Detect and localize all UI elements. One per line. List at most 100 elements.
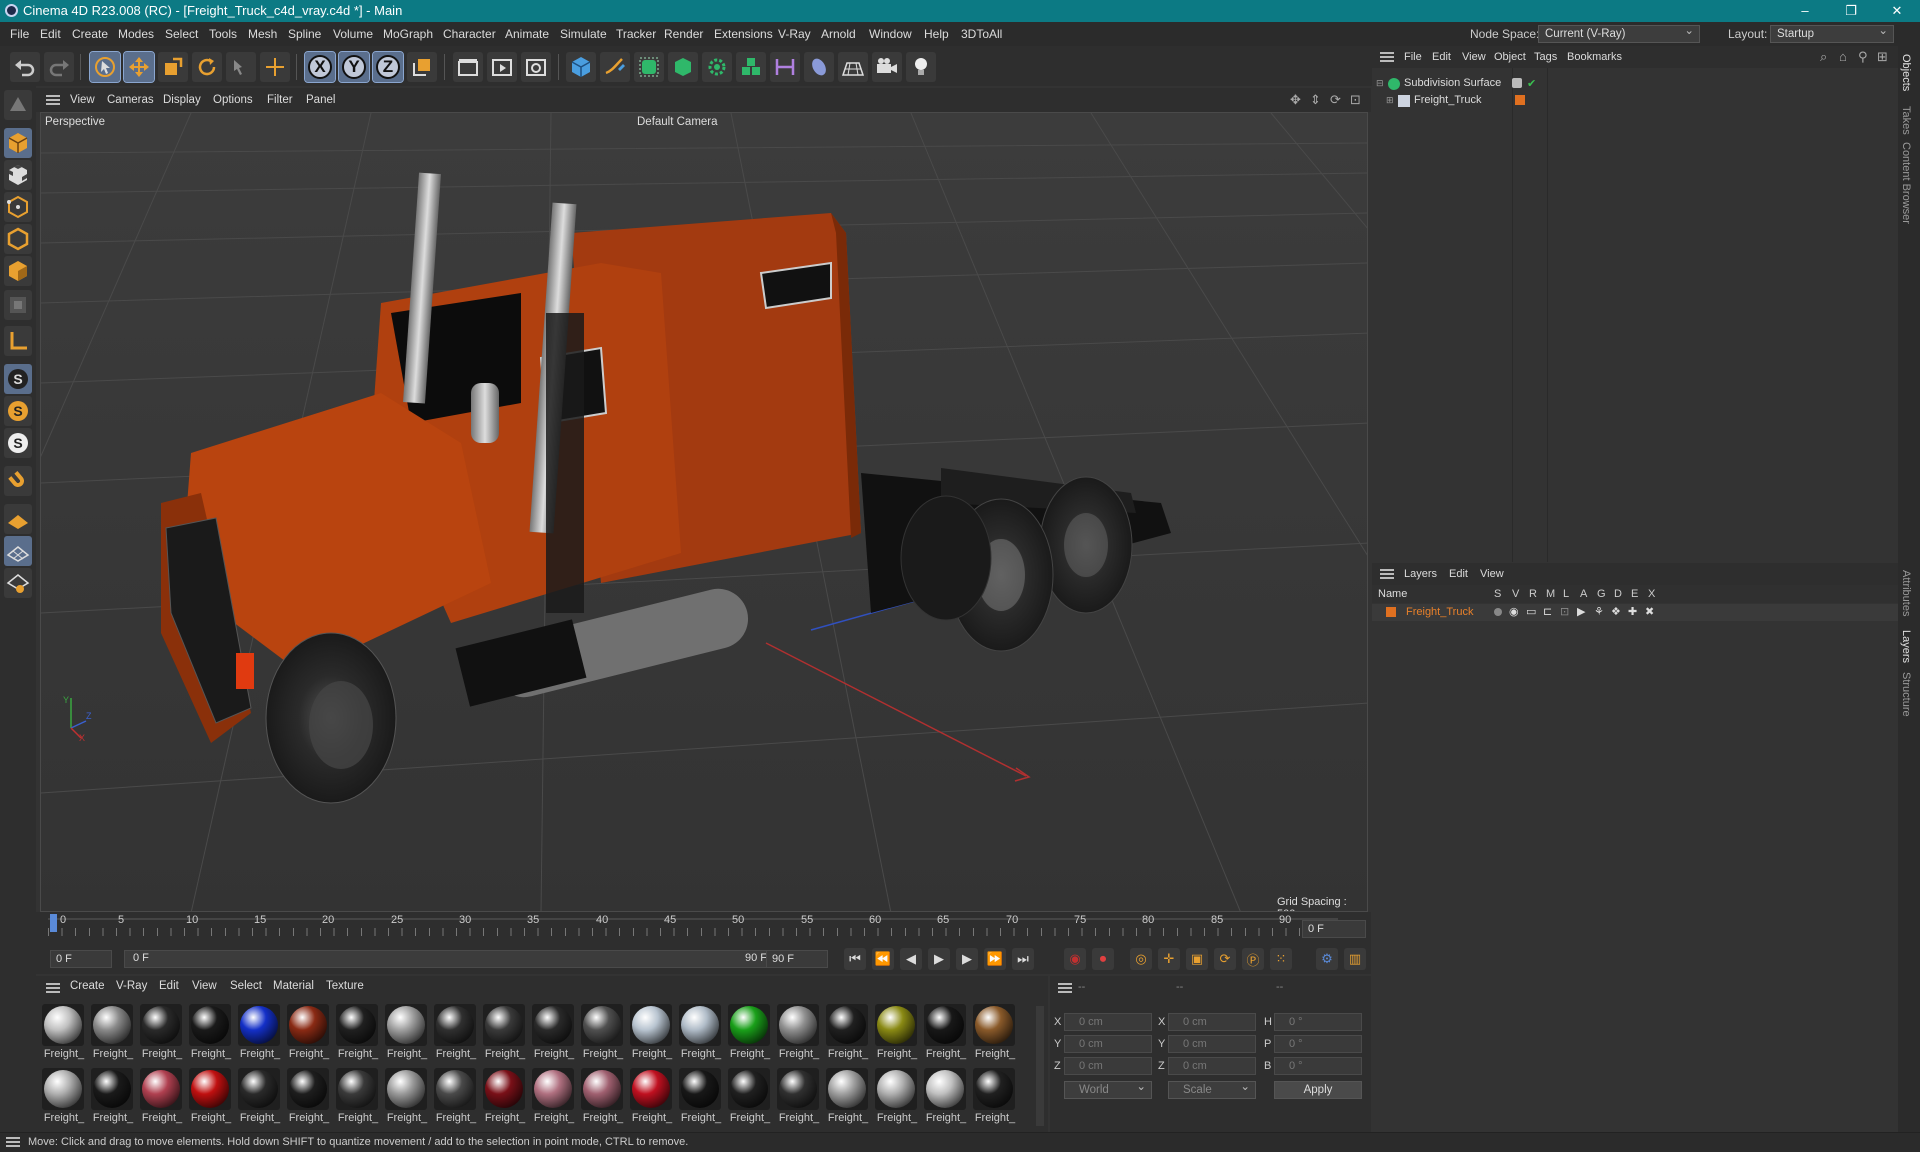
model-mode-button[interactable]: [4, 128, 32, 158]
menu-mograph[interactable]: MoGraph: [383, 27, 433, 41]
layer-menu-layers[interactable]: Layers: [1404, 568, 1437, 580]
undo-button[interactable]: [10, 52, 40, 82]
menu-window[interactable]: Window: [869, 27, 912, 41]
object-menu-edit[interactable]: Edit: [1432, 51, 1451, 63]
timeline-window-button[interactable]: ▥: [1344, 948, 1366, 970]
snap-button[interactable]: S: [4, 364, 32, 394]
animation-icon[interactable]: ▶: [1577, 605, 1585, 618]
object-home-icon[interactable]: ⌂: [1839, 49, 1847, 64]
material-swatch[interactable]: Freight_: [973, 1068, 1017, 1124]
extrude-button[interactable]: [668, 52, 698, 82]
material-swatch[interactable]: Freight_: [581, 1004, 625, 1060]
layer-menu-edit[interactable]: Edit: [1449, 568, 1468, 580]
object-hamburger-icon[interactable]: [1380, 52, 1394, 62]
magnet-button[interactable]: [4, 466, 32, 496]
material-swatch[interactable]: Freight_: [483, 1068, 527, 1124]
material-swatch[interactable]: Freight_: [287, 1068, 331, 1124]
menu-vray[interactable]: V-Ray: [778, 27, 811, 41]
go-to-start-button[interactable]: ⏮: [844, 948, 866, 970]
rot-b-field[interactable]: 0 °: [1274, 1057, 1362, 1075]
layer-color-tag[interactable]: [1515, 95, 1525, 105]
key-selection-button[interactable]: ◎: [1130, 948, 1152, 970]
render-settings-button[interactable]: [521, 52, 551, 82]
material-swatch[interactable]: Freight_: [630, 1004, 674, 1060]
locked-workplane-button[interactable]: [4, 568, 32, 598]
point-mode-button[interactable]: [4, 192, 32, 222]
menu-modes[interactable]: Modes: [118, 27, 154, 41]
restore-button[interactable]: ❐: [1828, 0, 1874, 22]
menu-edit[interactable]: Edit: [40, 27, 61, 41]
viewport-rotate-icon[interactable]: ⟳: [1330, 92, 1341, 108]
coordinate-space-dropdown[interactable]: World: [1064, 1079, 1152, 1099]
live-selection-button[interactable]: [89, 51, 121, 83]
material-swatch[interactable]: Freight_: [140, 1068, 184, 1124]
camera-button[interactable]: [872, 52, 902, 82]
viewport-pan-icon[interactable]: ✥: [1290, 92, 1301, 108]
axis-mode-button[interactable]: [4, 326, 32, 356]
viewport-zoom-icon[interactable]: ⇕: [1310, 92, 1321, 108]
close-button[interactable]: ✕: [1874, 0, 1920, 22]
pos-z-field[interactable]: 0 cm: [1064, 1057, 1152, 1075]
material-menu-select[interactable]: Select: [230, 980, 262, 992]
recent-tools-button[interactable]: [226, 52, 256, 82]
viewport-menu-filter[interactable]: Filter: [267, 94, 293, 106]
rot-h-field[interactable]: 0 °: [1274, 1013, 1362, 1031]
size-z-field[interactable]: 0 cm: [1168, 1057, 1256, 1075]
viewport-menu-display[interactable]: Display: [163, 94, 201, 106]
material-swatch[interactable]: Freight_: [287, 1004, 331, 1060]
add-tool-button[interactable]: [260, 52, 290, 82]
status-hamburger-icon[interactable]: [6, 1137, 20, 1147]
viewport-menu-cameras[interactable]: Cameras: [107, 94, 154, 106]
material-swatch[interactable]: Freight_: [238, 1068, 282, 1124]
texture-mode-button[interactable]: [4, 160, 32, 190]
key-scale-button[interactable]: ▣: [1186, 948, 1208, 970]
start-frame-field[interactable]: 0 F: [50, 950, 112, 968]
z-axis-lock-button[interactable]: Z: [372, 51, 404, 83]
material-swatch[interactable]: Freight_: [777, 1068, 821, 1124]
material-menu-vray[interactable]: V-Ray: [116, 980, 147, 992]
tab-attributes[interactable]: Attributes: [1900, 570, 1912, 616]
material-swatch[interactable]: Freight_: [875, 1068, 919, 1124]
size-mode-dropdown[interactable]: Scale: [1168, 1079, 1256, 1099]
object-row-freight-truck[interactable]: ⊞ Freight_Truck: [1386, 93, 1512, 109]
material-swatch[interactable]: Freight_: [483, 1004, 527, 1060]
tab-content-browser[interactable]: Content Browser: [1900, 142, 1912, 224]
deformers-icon[interactable]: ❖: [1611, 605, 1621, 618]
motion-system-button[interactable]: ⚙: [1316, 948, 1338, 970]
go-to-end-button[interactable]: ⏭: [1012, 948, 1034, 970]
key-position-button[interactable]: ✛: [1158, 948, 1180, 970]
deformer-button[interactable]: [770, 52, 800, 82]
coords-hamburger-icon[interactable]: [1058, 983, 1072, 993]
object-menu-view[interactable]: View: [1462, 51, 1486, 63]
menu-extensions[interactable]: Extensions: [714, 27, 773, 41]
workplane-button[interactable]: [4, 504, 32, 534]
material-swatch[interactable]: Freight_: [679, 1004, 723, 1060]
grid-button[interactable]: [4, 536, 32, 566]
material-swatch[interactable]: Freight_: [581, 1068, 625, 1124]
material-swatch[interactable]: Freight_: [777, 1004, 821, 1060]
object-menu-object[interactable]: Object: [1494, 51, 1526, 63]
material-menu-view[interactable]: View: [192, 980, 217, 992]
autokey-button[interactable]: ⏺: [1092, 948, 1114, 970]
viewport-3d[interactable]: Perspective Default Camera Grid Spacing …: [40, 112, 1368, 912]
material-swatch[interactable]: Freight_: [189, 1004, 233, 1060]
generators-icon[interactable]: ⚘: [1594, 605, 1604, 618]
previous-key-button[interactable]: ⏪: [872, 948, 894, 970]
material-menu-edit[interactable]: Edit: [159, 980, 179, 992]
viewport-menu-options[interactable]: Options: [213, 94, 253, 106]
apply-button[interactable]: Apply: [1274, 1081, 1362, 1099]
menu-volume[interactable]: Volume: [333, 27, 373, 41]
camera-name[interactable]: Default Camera: [637, 116, 718, 128]
menu-tracker[interactable]: Tracker: [616, 27, 656, 41]
menu-create[interactable]: Create: [72, 27, 108, 41]
material-swatch[interactable]: Freight_: [924, 1004, 968, 1060]
current-frame-field[interactable]: 0 F: [1302, 920, 1366, 938]
manager-icon[interactable]: ⊏: [1543, 605, 1552, 618]
viewport-menu-panel[interactable]: Panel: [306, 94, 335, 106]
material-swatch[interactable]: Freight_: [875, 1004, 919, 1060]
material-swatch[interactable]: Freight_: [434, 1004, 478, 1060]
material-swatch[interactable]: Freight_: [336, 1004, 380, 1060]
end-frame-field[interactable]: 90 F: [766, 950, 828, 968]
pen-spline-button[interactable]: [600, 52, 630, 82]
layer-row-freight-truck[interactable]: Freight_Truck ◉ ▭ ⊏ ⊡ ▶ ⚘ ❖ ✚ ✖: [1372, 604, 1898, 621]
